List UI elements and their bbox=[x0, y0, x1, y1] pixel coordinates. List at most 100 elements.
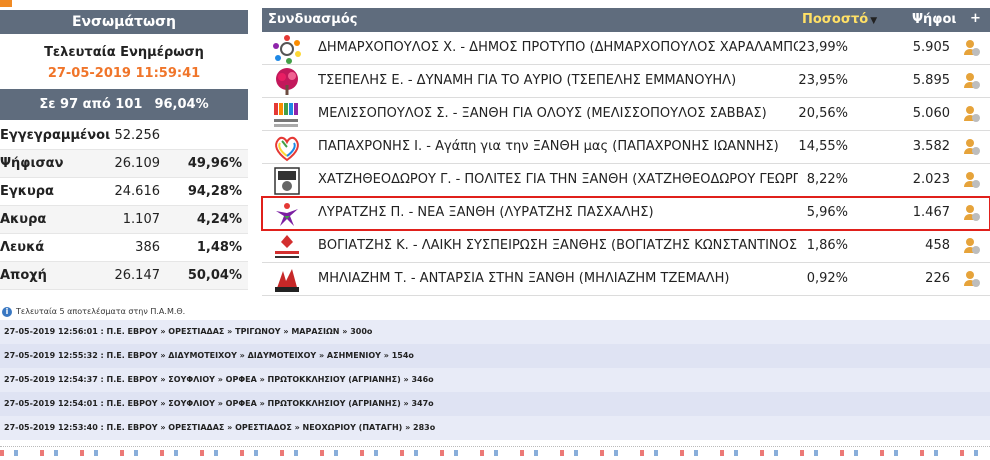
party-percent: 14,55% bbox=[798, 139, 848, 154]
party-percent: 20,56% bbox=[798, 106, 848, 121]
summary-header: Ενσωμάτωση bbox=[0, 10, 248, 34]
stat-label: Εγγεγραμμένοι bbox=[0, 128, 111, 143]
stat-value: 1.107 bbox=[122, 212, 160, 227]
sort-desc-icon: ▼ bbox=[870, 16, 878, 26]
feed-header: i Τελευταία 5 αποτελέσματα στην Π.Α.Μ.Θ. bbox=[0, 306, 990, 320]
orange-tab bbox=[0, 0, 12, 7]
results-table-header: Συνδυασμός Ποσοστό ▼ Ψήφοι + bbox=[262, 8, 990, 32]
table-row[interactable]: ΜΕΛΙΣΣΟΠΟΥΛΟΣ Σ. - ΞΑΝΘΗ ΓΙΑ ΟΛΟΥΣ (ΜΕΛΙ… bbox=[262, 98, 990, 131]
stat-pct: 94,28% bbox=[187, 184, 242, 199]
stat-value: 386 bbox=[135, 240, 160, 255]
stat-label: Ακυρα bbox=[0, 212, 47, 227]
colored-bars-logo bbox=[274, 103, 298, 127]
table-row[interactable]: ΒΟΓΙΑΤΖΗΣ Κ. - ΛΑΪΚΗ ΣΥΣΠΕΙΡΩΣΗ ΞΑΝΘΗΣ (… bbox=[262, 230, 990, 263]
stat-pct: 49,96% bbox=[187, 156, 242, 171]
feed-title: Τελευταία 5 αποτελέσματα στην Π.Α.Μ.Θ. bbox=[16, 307, 186, 316]
party-name: ΒΟΓΙΑΤΖΗΣ Κ. - ΛΑΪΚΗ ΣΥΣΠΕΙΡΩΣΗ ΞΑΝΘΗΣ (… bbox=[318, 238, 798, 253]
feed-item-text[interactable]: 27-05-2019 12:56:01 : Π.Ε. ΕΒΡΟΥ » ΟΡΕΣΤ… bbox=[4, 327, 372, 336]
party-name: ΜΕΛΙΣΣΟΠΟΥΛΟΣ Σ. - ΞΑΝΘΗ ΓΙΑ ΟΛΟΥΣ (ΜΕΛΙ… bbox=[318, 106, 767, 121]
update-datetime: 27-05-2019 11:59:41 bbox=[47, 66, 201, 81]
table-row[interactable]: ΜΗΛΙΑΖΗΜ Τ. - ΑΝΤΑΡΣΙΑ ΣΤΗΝ ΞΑΝΘΗ (ΜΗΛΙΑ… bbox=[262, 263, 990, 296]
party-votes: 458 bbox=[925, 238, 950, 253]
column-header-percent[interactable]: Ποσοστό ▼ bbox=[802, 12, 877, 27]
star-figure-logo bbox=[276, 203, 298, 226]
party-name: ΠΑΠΑΧΡΟΝΗΣ Ι. - Αγάπη για την ΞΑΝΘΗ μας … bbox=[318, 139, 779, 154]
progress-bar: Σε 97 από 101 96,04% bbox=[0, 89, 248, 120]
party-votes: 5.905 bbox=[912, 40, 950, 55]
party-percent: 8,22% bbox=[806, 172, 848, 187]
stat-row-voted: Ψήφισαν 26.109 49,96% bbox=[0, 150, 248, 178]
stat-row-blank: Λευκά 386 1,48% bbox=[0, 234, 248, 262]
stat-value: 26.147 bbox=[114, 268, 161, 283]
candidates-icon[interactable] bbox=[962, 236, 982, 256]
laiki-logo bbox=[275, 235, 299, 258]
stat-row-invalid: Ακυρα 1.107 4,24% bbox=[0, 206, 248, 234]
feed-item[interactable]: 27-05-2019 12:56:01 : Π.Ε. ΕΒΡΟΥ » ΟΡΕΣΤ… bbox=[0, 320, 990, 344]
party-percent: 23,95% bbox=[798, 73, 848, 88]
party-percent: 0,92% bbox=[806, 271, 848, 286]
candidates-icon[interactable] bbox=[962, 269, 982, 289]
tree-logo bbox=[276, 68, 298, 95]
candidates-icon[interactable] bbox=[962, 170, 982, 190]
feed-item[interactable]: 27-05-2019 12:53:40 : Π.Ε. ΕΒΡΟΥ » ΟΡΕΣΤ… bbox=[0, 416, 990, 440]
progress-label: Σε 97 από 101 bbox=[39, 97, 143, 112]
update-title: Τελευταία Ενημέρωση bbox=[44, 45, 204, 60]
feed-item-text[interactable]: 27-05-2019 12:54:37 : Π.Ε. ΕΒΡΟΥ » ΣΟΥΦΛ… bbox=[4, 375, 434, 384]
bottom-ticker-strip bbox=[0, 446, 990, 460]
party-percent: 5,96% bbox=[806, 205, 848, 220]
party-votes: 226 bbox=[925, 271, 950, 286]
table-row-highlighted[interactable]: ΛΥΡΑΤΖΗΣ Π. - ΝΕΑ ΞΑΝΘΗ (ΛΥΡΑΤΖΗΣ ΠΑΣΧΑΛ… bbox=[261, 196, 990, 231]
table-row[interactable]: ΔΗΜΑΡΧΟΠΟΥΛΟΣ Χ. - ΔΗΜΟΣ ΠΡΟΤΥΠΟ (ΔΗΜΑΡΧ… bbox=[262, 32, 990, 65]
column-header-combination[interactable]: Συνδυασμός bbox=[268, 12, 357, 27]
party-votes: 1.467 bbox=[912, 205, 950, 220]
summary-panel: Ενσωμάτωση Τελευταία Ενημέρωση 27-05-201… bbox=[0, 0, 248, 300]
stat-value: 26.109 bbox=[114, 156, 161, 171]
candidates-icon[interactable] bbox=[962, 38, 982, 58]
feed-item[interactable]: 27-05-2019 12:55:32 : Π.Ε. ΕΒΡΟΥ » ΔΙΔΥΜ… bbox=[0, 344, 990, 368]
stat-pct: 1,48% bbox=[196, 240, 242, 255]
antarsia-logo bbox=[275, 269, 299, 292]
table-row[interactable]: ΠΑΠΑΧΡΟΝΗΣ Ι. - Αγάπη για την ΞΑΝΘΗ μας … bbox=[262, 131, 990, 164]
progress-percent: 96,04% bbox=[154, 97, 209, 112]
results-table: Συνδυασμός Ποσοστό ▼ Ψήφοι + ΔΗΜΑΡΧΟΠΟΥΛΟ… bbox=[261, 8, 990, 304]
expand-plus-button[interactable]: + bbox=[970, 11, 981, 26]
party-name: ΛΥΡΑΤΖΗΣ Π. - ΝΕΑ ΞΑΝΘΗ (ΛΥΡΑΤΖΗΣ ΠΑΣΧΑΛ… bbox=[318, 205, 654, 220]
candidates-icon[interactable] bbox=[962, 137, 982, 157]
crest-logo bbox=[274, 167, 300, 195]
stat-label: Ψήφισαν bbox=[0, 156, 64, 171]
rainbow-heart-logo bbox=[275, 136, 299, 162]
candidates-icon[interactable] bbox=[962, 104, 982, 124]
party-name: ΜΗΛΙΑΖΗΜ Τ. - ΑΝΤΑΡΣΙΑ ΣΤΗΝ ΞΑΝΘΗ (ΜΗΛΙΑ… bbox=[318, 271, 730, 286]
stat-pct: 4,24% bbox=[196, 212, 242, 227]
feed-item-text[interactable]: 27-05-2019 12:53:40 : Π.Ε. ΕΒΡΟΥ » ΟΡΕΣΤ… bbox=[4, 423, 435, 432]
party-votes: 5.060 bbox=[912, 106, 950, 121]
stat-pct: 50,04% bbox=[187, 268, 242, 283]
party-name: ΤΣΕΠΕΛΗΣ Ε. - ΔΥΝΑΜΗ ΓΙΑ ΤΟ ΑΥΡΙΟ (ΤΣΕΠΕ… bbox=[318, 73, 737, 88]
party-name: ΧΑΤΖΗΘΕΟΔΩΡΟΥ Γ. - ΠΟΛΙΤΕΣ ΓΙΑ ΤΗΝ ΞΑΝΘΗ… bbox=[318, 172, 798, 187]
stat-row-registered: Εγγεγραμμένοι 52.256 bbox=[0, 122, 248, 150]
feed-item[interactable]: 27-05-2019 12:54:01 : Π.Ε. ΕΒΡΟΥ » ΣΟΥΦΛ… bbox=[0, 392, 990, 416]
stat-label: Αποχή bbox=[0, 268, 47, 283]
party-votes: 3.582 bbox=[912, 139, 950, 154]
stat-label: Εγκυρα bbox=[0, 184, 54, 199]
table-row[interactable]: ΤΣΕΠΕΛΗΣ Ε. - ΔΥΝΑΜΗ ΓΙΑ ΤΟ ΑΥΡΙΟ (ΤΣΕΠΕ… bbox=[262, 65, 990, 98]
circle-people-logo bbox=[273, 35, 301, 64]
feed-item[interactable]: 27-05-2019 12:54:37 : Π.Ε. ΕΒΡΟΥ » ΣΟΥΦΛ… bbox=[0, 368, 990, 392]
stat-row-valid: Εγκυρα 24.616 94,28% bbox=[0, 178, 248, 206]
info-icon: i bbox=[2, 307, 12, 317]
candidates-icon[interactable] bbox=[962, 71, 982, 91]
party-votes: 5.895 bbox=[912, 73, 950, 88]
column-header-votes[interactable]: Ψήφοι bbox=[912, 12, 956, 27]
party-percent: 1,86% bbox=[806, 238, 848, 253]
candidates-icon[interactable] bbox=[962, 203, 982, 223]
party-percent: 23,99% bbox=[798, 40, 848, 55]
stat-label: Λευκά bbox=[0, 240, 45, 255]
party-name: ΔΗΜΑΡΧΟΠΟΥΛΟΣ Χ. - ΔΗΜΟΣ ΠΡΟΤΥΠΟ (ΔΗΜΑΡΧ… bbox=[318, 40, 798, 55]
party-votes: 2.023 bbox=[912, 172, 950, 187]
feed-item-text[interactable]: 27-05-2019 12:55:32 : Π.Ε. ΕΒΡΟΥ » ΔΙΔΥΜ… bbox=[4, 351, 414, 360]
stat-row-abstention: Αποχή 26.147 50,04% bbox=[0, 262, 248, 290]
feed-item-text[interactable]: 27-05-2019 12:54:01 : Π.Ε. ΕΒΡΟΥ » ΣΟΥΦΛ… bbox=[4, 399, 434, 408]
stat-value: 24.616 bbox=[114, 184, 161, 199]
stat-value: 52.256 bbox=[114, 128, 161, 143]
table-row[interactable]: ΧΑΤΖΗΘΕΟΔΩΡΟΥ Γ. - ΠΟΛΙΤΕΣ ΓΙΑ ΤΗΝ ΞΑΝΘΗ… bbox=[262, 164, 990, 197]
